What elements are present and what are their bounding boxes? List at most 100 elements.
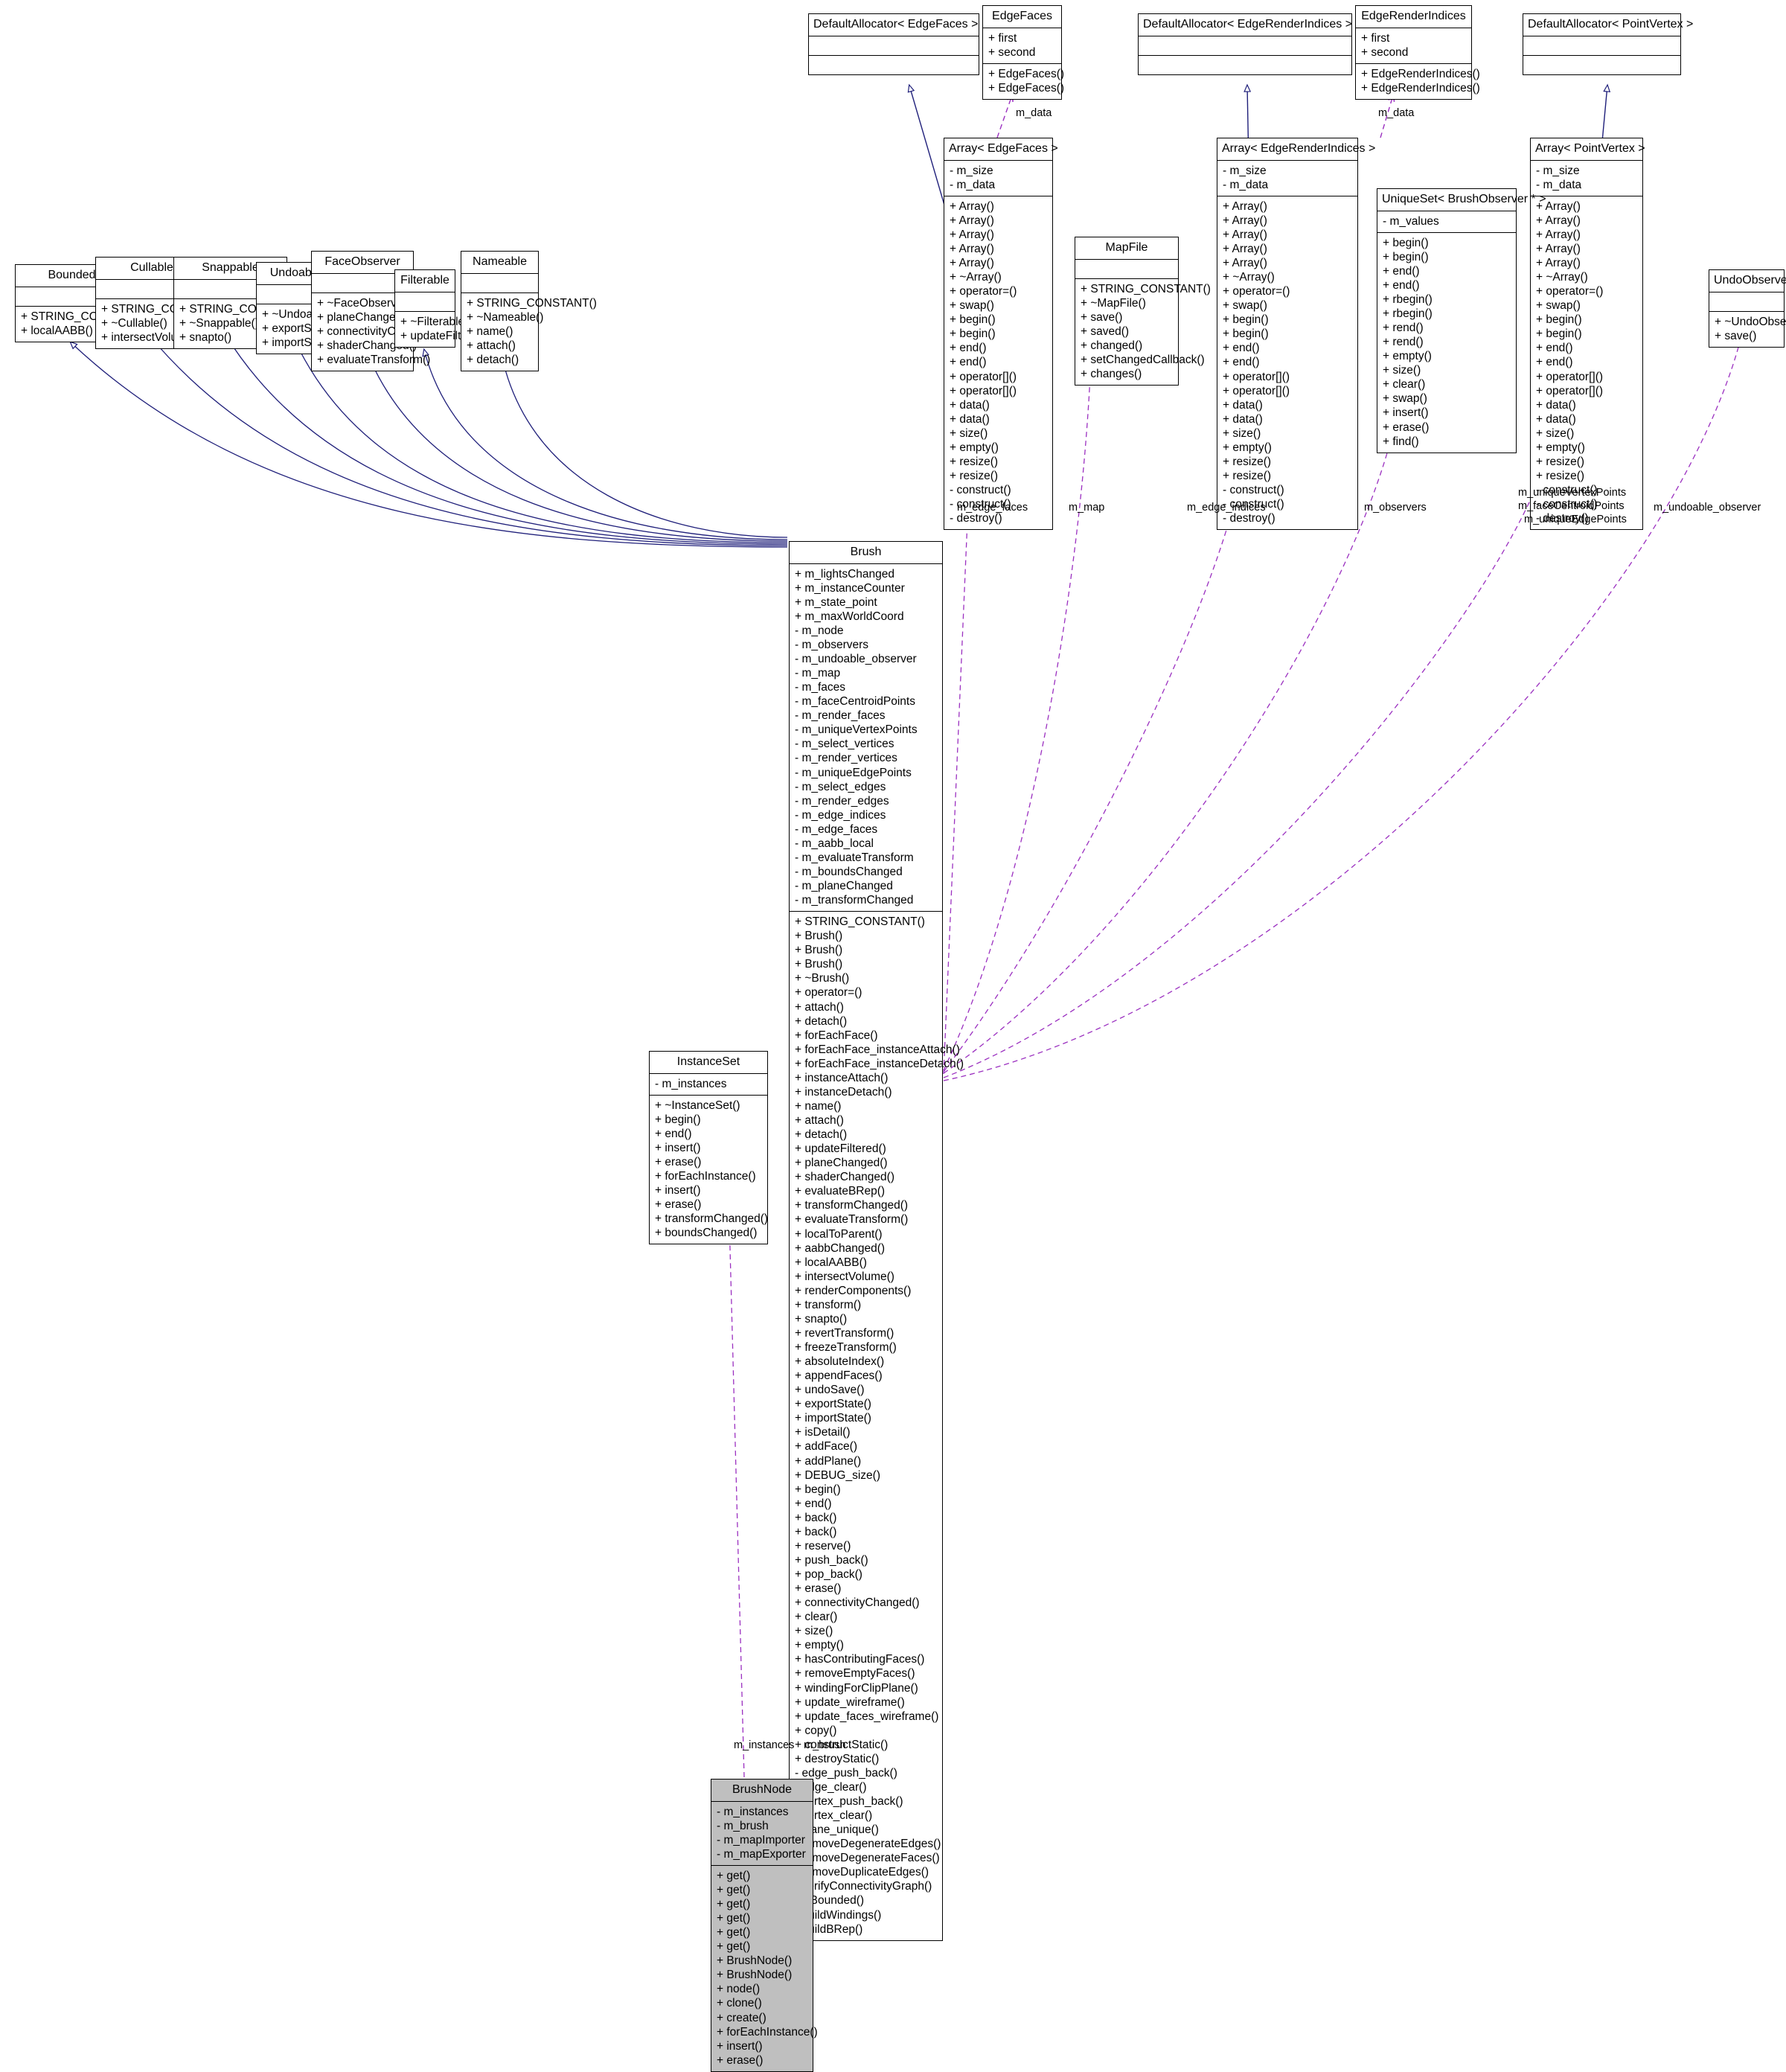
- class-box-edgefaces[interactable]: EdgeFaces + first + second + EdgeFaces()…: [982, 5, 1065, 100]
- class-box-mapfile[interactable]: MapFile + STRING_CONSTANT() + ~MapFile() +…: [1075, 237, 1211, 386]
- class-method: + begin(): [1383, 236, 1429, 249]
- class-method: + attach(): [795, 1000, 844, 1014]
- methods-section: [1139, 56, 1351, 74]
- class-box-undoobserver[interactable]: UndoObserver + ~UndoObserver()+ save(): [1709, 269, 1786, 348]
- class-attribute: - m_select_vertices: [795, 738, 894, 751]
- class-method: + erase(): [655, 1198, 702, 1212]
- class-method: + instanceDetach(): [795, 1085, 892, 1099]
- class-method: + transformChanged(): [795, 1199, 909, 1212]
- class-method: + forEachInstance(): [717, 2025, 818, 2039]
- class-box-array-edgerenderindices[interactable]: Array< EdgeRenderIndices > - m_size - m_d…: [1217, 138, 1375, 531]
- class-name: EdgeRenderIndices: [1361, 10, 1466, 22]
- class-method: + operator[](): [950, 384, 1017, 397]
- class-method: + insert(): [717, 2039, 763, 2053]
- class-method: + BrushNode(): [717, 1954, 793, 1968]
- class-attribute: - m_values: [1383, 214, 1439, 228]
- class-attribute: - m_mapExporter: [717, 1847, 806, 1861]
- class-attribute: + first: [1361, 31, 1390, 45]
- class-method: + Array(): [950, 214, 994, 227]
- class-attribute: - m_render_edges: [795, 794, 889, 808]
- class-method: + insert(): [655, 1184, 701, 1198]
- class-method: + get(): [717, 1912, 751, 1925]
- class-attribute: - m_size: [1223, 164, 1267, 177]
- class-method: + localAABB(): [795, 1256, 867, 1269]
- class-method: - plane_unique(): [795, 1823, 879, 1837]
- class-method: + Array(): [950, 257, 994, 270]
- class-name: Brush: [850, 546, 882, 558]
- class-method: + resize(): [1536, 469, 1585, 482]
- edge-label-m-data-left: m_data: [1016, 107, 1052, 119]
- class-method: + get(): [717, 1898, 751, 1911]
- class-method: + end(): [1536, 356, 1573, 369]
- class-method: + size(): [1223, 426, 1261, 440]
- class-method: + resize(): [1223, 469, 1272, 482]
- class-method: + erase(): [655, 1155, 702, 1168]
- class-method: + detach(): [795, 1128, 848, 1142]
- class-box-brush[interactable]: Brush + m_lightsChanged + m_instanceCount…: [789, 541, 964, 1941]
- edge-label-m-map: m_map: [1069, 502, 1105, 514]
- edge-label-m-observers: m_observers: [1364, 502, 1427, 514]
- edge-label-m-instances: m_instances: [734, 1739, 795, 1751]
- class-method: - removeDuplicateEdges(): [795, 1866, 929, 1879]
- class-attribute: - m_faces: [795, 681, 846, 694]
- methods-section: + STRING_CONSTANT() + ~MapFile() + save() +…: [1075, 279, 1211, 385]
- class-attribute: + m_maxWorldCoord: [795, 610, 904, 623]
- class-method: + ~Filterable(): [400, 315, 473, 328]
- class-method: + begin(): [950, 327, 996, 341]
- attributes-section: - m_instances - m_brush - m_mapImporter - m…: [711, 1802, 813, 1865]
- class-attribute: + second: [1361, 45, 1409, 59]
- class-method: + Array(): [1223, 214, 1267, 227]
- class-method: + Array(): [1536, 257, 1581, 270]
- class-method: + swap(): [950, 299, 994, 313]
- class-method: - edge_push_back(): [795, 1766, 897, 1780]
- class-method: + ~Array(): [1223, 271, 1275, 284]
- attributes-section: - m_instances: [650, 1074, 767, 1095]
- class-name: UniqueSet< BrushObserver * >: [1382, 193, 1546, 205]
- class-name: DefaultAllocator< EdgeRenderIndices >: [1143, 18, 1353, 31]
- class-method: + operator[](): [1536, 370, 1604, 383]
- attributes-section: + m_lightsChanged + m_instanceCounter + m_…: [790, 564, 942, 912]
- class-attribute: - m_size: [1536, 164, 1580, 177]
- class-method: + begin(): [1383, 250, 1429, 263]
- class-box-uniqueset-brushobserver[interactable]: UniqueSet< BrushObserver * > - m_values …: [1377, 188, 1546, 453]
- class-method: + Array(): [1223, 257, 1267, 270]
- class-box-default-allocator-edgerenderindices[interactable]: DefaultAllocator< EdgeRenderIndices >: [1138, 13, 1352, 75]
- class-box-instanceset[interactable]: InstanceSet - m_instances + ~InstanceSet…: [649, 1051, 768, 1245]
- class-method: + reserve(): [795, 1539, 851, 1553]
- class-method: + insert(): [1383, 406, 1429, 420]
- class-method: + rbegin(): [1383, 307, 1433, 321]
- class-method: + save(): [1081, 310, 1123, 324]
- class-method: + destroyStatic(): [795, 1752, 880, 1765]
- class-method: + get(): [717, 1883, 751, 1896]
- class-name: DefaultAllocator< EdgeFaces >: [813, 18, 979, 31]
- class-attribute: - m_instances: [655, 1077, 727, 1090]
- class-box-array-pointvertex[interactable]: Array< PointVertex > - m_size - m_data + …: [1530, 138, 1645, 531]
- class-method: + updateFiltered(): [795, 1142, 886, 1156]
- class-method: + EdgeFaces(): [988, 67, 1065, 80]
- class-method: + begin(): [655, 1113, 701, 1126]
- class-method: + renderComponents(): [795, 1284, 912, 1297]
- class-box-nameable[interactable]: Nameable + STRING_CONSTANT() + ~Nameable(…: [461, 251, 597, 371]
- class-box-array-edgefaces[interactable]: Array< EdgeFaces > - m_size - m_data + Ar…: [944, 138, 1058, 531]
- class-box-default-allocator-edgefaces[interactable]: DefaultAllocator< EdgeFaces >: [808, 13, 979, 75]
- class-method: - construct(): [1223, 484, 1284, 497]
- class-method: + end(): [1383, 278, 1420, 292]
- class-method: - removeDegenerateFaces(): [795, 1852, 940, 1865]
- class-method: + empty(): [1223, 441, 1272, 454]
- class-method: + swap(): [1223, 299, 1267, 313]
- class-box-edgerenderindices[interactable]: EdgeRenderIndices + first + second + Edg…: [1355, 5, 1480, 100]
- class-method: + evaluateTransform(): [317, 353, 431, 366]
- class-method: + ~Array(): [1536, 271, 1588, 284]
- methods-section: + Array() + Array() + Array() + Array() + Ar…: [944, 196, 1052, 529]
- class-method: + update_wireframe(): [795, 1695, 905, 1709]
- class-method: + operator=(): [950, 285, 1017, 298]
- class-box-filterable[interactable]: Filterable + ~Filterable() + updateFilter…: [394, 269, 492, 348]
- class-attribute: + m_state_point: [795, 595, 877, 609]
- class-method: + appendFaces(): [795, 1369, 883, 1383]
- class-box-default-allocator-pointvertex[interactable]: DefaultAllocator< PointVertex >: [1523, 13, 1693, 75]
- class-attribute: - m_aabb_local: [795, 837, 874, 850]
- class-method: + operator=(): [1223, 285, 1290, 298]
- class-method: + STRING_CONSTANT(): [795, 915, 925, 929]
- class-method: + name(): [467, 324, 513, 338]
- class-method: + ~Nameable(): [467, 310, 544, 324]
